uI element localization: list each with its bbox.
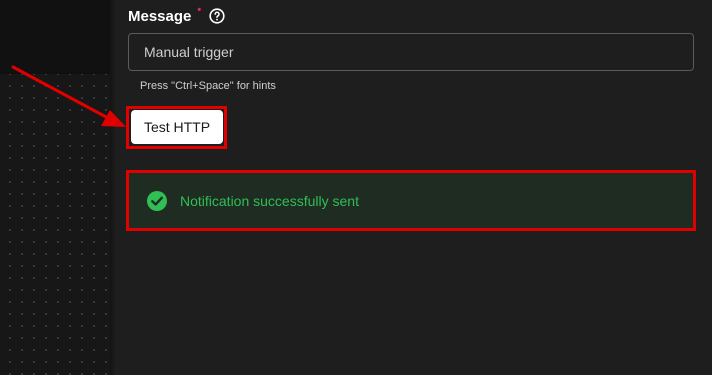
panel-edge-shadow bbox=[110, 0, 116, 375]
canvas-top-panel bbox=[0, 0, 110, 74]
message-field-label: Message • bbox=[128, 4, 225, 26]
required-marker: • bbox=[197, 4, 202, 16]
success-alert: Notification successfully sent bbox=[126, 170, 696, 231]
message-label-text: Message bbox=[128, 7, 192, 25]
message-input[interactable] bbox=[128, 33, 694, 71]
check-circle-icon bbox=[146, 190, 168, 212]
help-icon[interactable] bbox=[209, 8, 225, 24]
success-message: Notification successfully sent bbox=[180, 192, 359, 209]
hint-text: Press "Ctrl+Space" for hints bbox=[140, 80, 276, 92]
test-http-button[interactable]: Test HTTP bbox=[131, 110, 223, 144]
